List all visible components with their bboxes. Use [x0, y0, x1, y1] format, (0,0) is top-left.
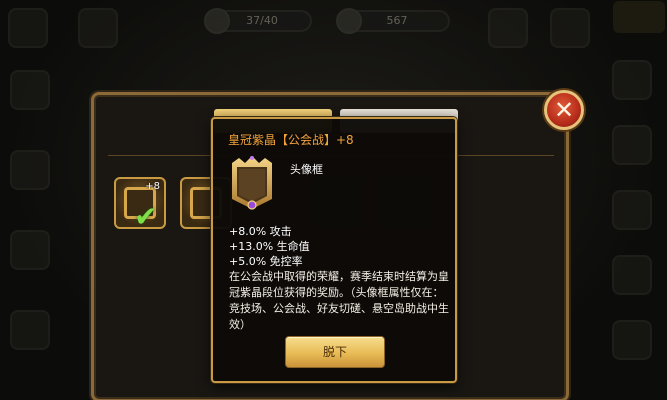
frame-slot-equipped[interactable]: +8 ✔ [114, 177, 166, 233]
slot-level-badge: +8 [145, 181, 160, 192]
item-description: 在公会战中取得的荣耀，赛季结束时结算为皇冠紫晶段位获得的奖励。（头像框属性仅在：… [229, 270, 449, 331]
chat-icon [10, 310, 50, 350]
guild-icon [78, 8, 118, 48]
side-icon-4 [612, 255, 652, 295]
close-icon: ✕ [553, 96, 575, 124]
close-button[interactable]: ✕ [544, 90, 584, 130]
stamina-icon [204, 8, 230, 34]
stat-hp: +13.0% 生命值 [229, 240, 310, 253]
gold-value: 567 [386, 14, 408, 27]
stamina-bar: 37/40 [204, 8, 312, 34]
stat-control-immunity: +5.0% 免控率 [229, 255, 303, 268]
stamina-value: 37/40 [246, 14, 278, 27]
gold-bar: 567 [336, 8, 450, 34]
item-type-label: 头像框 [290, 163, 323, 176]
avatar-frame-icon [232, 156, 272, 210]
shop-icon [550, 8, 590, 48]
side-icon-3 [612, 190, 652, 230]
player-avatar-icon [8, 8, 48, 48]
quest-icon [10, 150, 50, 190]
side-icon-1 [612, 60, 652, 100]
unequip-button[interactable]: 脱下 [285, 336, 385, 368]
menu-icon [10, 70, 50, 110]
side-icon-2 [612, 125, 652, 165]
check-icon: ✔ [134, 200, 158, 233]
gold-icon [336, 8, 362, 34]
reward-icon [613, 1, 665, 33]
mail-icon [10, 230, 50, 270]
side-icon-5 [612, 320, 652, 360]
stat-attack: +8.0% 攻击 [229, 225, 292, 238]
event-icon [488, 8, 528, 48]
item-detail-popup: 皇冠紫晶【公会战】+8 头像框 +8.0% 攻击 +13.0% 生命值 +5.0… [211, 117, 457, 383]
game-screen: 37/40 567 +8 ✔ ✕ 皇冠紫晶【公会战】+8 头像框 +8.0% 攻… [0, 0, 667, 400]
item-title: 皇冠紫晶【公会战】+8 [228, 133, 354, 147]
